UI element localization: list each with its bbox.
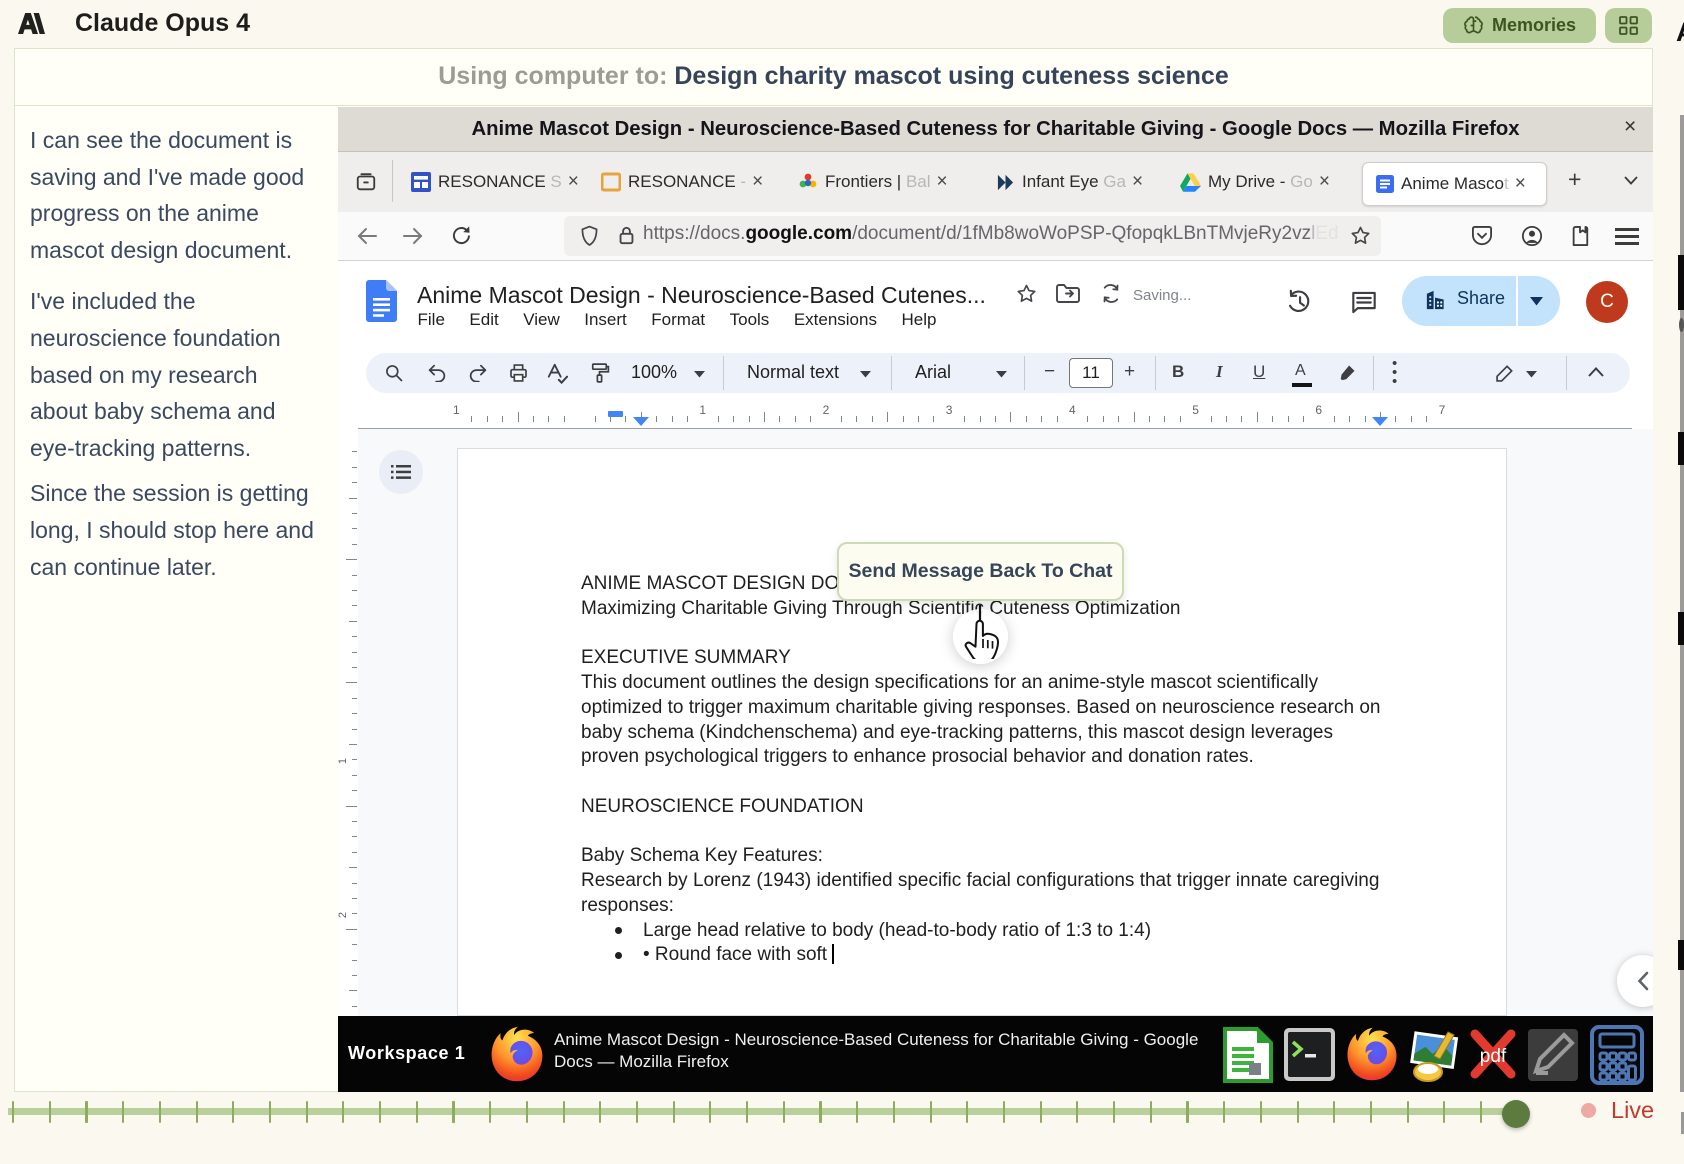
svg-text:pdf: pdf <box>1480 1046 1507 1067</box>
